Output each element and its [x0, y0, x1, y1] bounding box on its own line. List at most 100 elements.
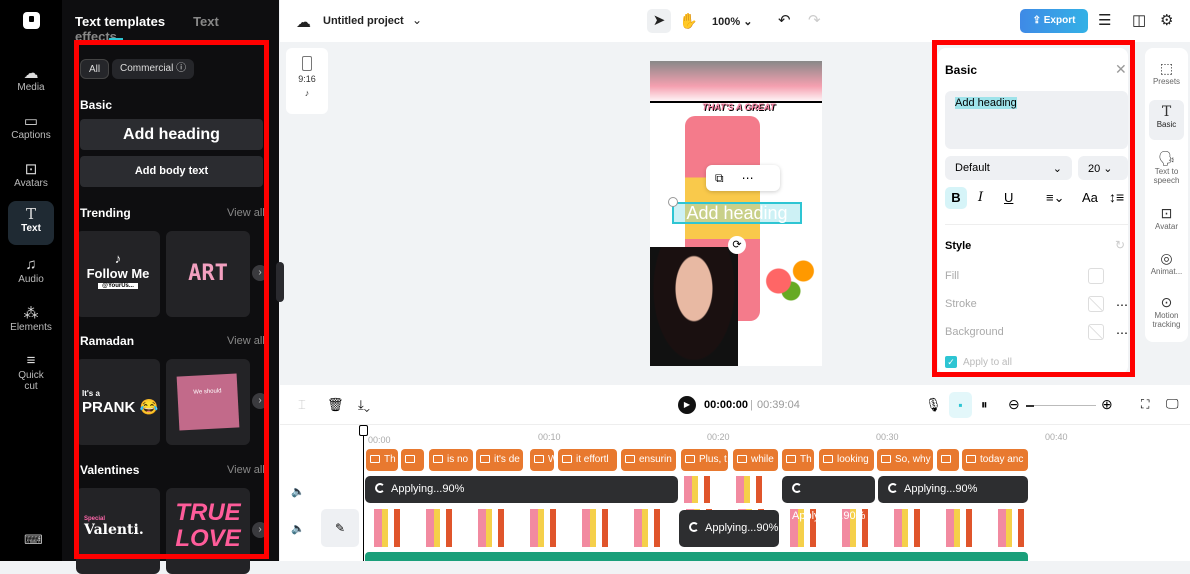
case-button[interactable]: Aa — [1082, 190, 1098, 205]
template-follow-me[interactable]: ♪ Follow Me @YourUs... — [76, 231, 160, 317]
line-spacing-icon[interactable]: ↕≡ — [1109, 189, 1124, 205]
fill-swatch[interactable] — [1088, 268, 1104, 284]
rail-presets[interactable]: ⬚ Presets — [1145, 60, 1188, 86]
zoom-in-icon[interactable]: ⊕ — [1101, 396, 1113, 413]
nav-text[interactable]: T Text — [8, 201, 54, 245]
rail-avatar[interactable]: ⊡ Avatar — [1145, 205, 1188, 231]
rail-motion-tracking[interactable]: ⊙ Motion tracking — [1145, 294, 1188, 329]
more-icon[interactable]: ⋯ — [742, 171, 754, 185]
add-heading-button[interactable]: Add heading — [80, 119, 263, 150]
stroke-more-icon[interactable]: ⋯ — [1116, 298, 1128, 312]
nav-audio[interactable]: ♫ Audio — [8, 252, 54, 296]
applying-clip[interactable]: Applying...90% — [782, 476, 875, 522]
zoom-slider[interactable] — [1026, 405, 1096, 407]
caption-clip[interactable]: Plus, t — [681, 449, 728, 471]
split-icon[interactable]: ⌶ — [298, 397, 306, 413]
font-size-dropdown[interactable]: 20 ⌄ — [1078, 156, 1128, 180]
template-prank[interactable]: It's a PRANK 😂 — [76, 359, 160, 445]
applying-clip[interactable]: Applying...90% — [679, 510, 779, 547]
caption-clip[interactable]: while — [733, 449, 778, 471]
caption-clip[interactable]: Th — [366, 449, 398, 471]
project-title[interactable]: Untitled project — [323, 15, 404, 27]
ramadan-view-all[interactable]: View all — [227, 335, 265, 347]
redo-icon[interactable]: ↷ — [808, 11, 821, 29]
rail-basic[interactable]: T Basic — [1149, 100, 1184, 140]
bold-button[interactable]: B — [945, 187, 967, 209]
caption-clip[interactable] — [937, 449, 959, 471]
resize-handle[interactable] — [668, 197, 678, 207]
caption-clip[interactable]: it's de — [476, 449, 523, 471]
template-quote[interactable]: We should — [166, 359, 250, 445]
reset-icon[interactable]: ↻ — [1115, 238, 1125, 252]
ramadan-next-arrow[interactable]: › — [252, 393, 268, 409]
playhead-handle[interactable] — [359, 425, 368, 436]
export-button[interactable]: ⇪ Export — [1020, 9, 1088, 33]
delete-icon[interactable]: 🗑 — [327, 397, 344, 413]
snap-icon[interactable]: ▪ — [949, 392, 972, 418]
template-valentine[interactable]: Special Valenti. — [76, 488, 160, 574]
audio-track[interactable] — [365, 552, 1028, 561]
background-swatch[interactable] — [1088, 324, 1104, 340]
zoom-dropdown[interactable]: 100% ⌄ — [712, 15, 752, 28]
trending-next-arrow[interactable]: › — [252, 265, 268, 281]
fullscreen-icon[interactable]: ⛶ — [1141, 397, 1149, 412]
hand-pan-icon[interactable]: ✋ — [679, 12, 698, 30]
caption-clip[interactable]: today anc — [962, 449, 1028, 471]
cloud-save-icon[interactable]: ☁ — [296, 13, 311, 31]
video-track-segment[interactable] — [678, 476, 778, 503]
nav-avatars[interactable]: ⊡ Avatars — [8, 156, 54, 200]
settings-icon[interactable]: ⚙ — [1160, 11, 1173, 29]
caption-clip[interactable] — [401, 449, 424, 471]
italic-button[interactable]: I — [978, 190, 983, 205]
video-preview[interactable]: THAT'S A GREAT ⧉ ⋯ Add heading ⟳ — [650, 61, 822, 366]
font-dropdown[interactable]: Default ⌄ — [945, 156, 1072, 180]
aspect-ratio-selector[interactable]: 9:16 ♪ — [286, 48, 328, 114]
caption-clip[interactable]: it effortl — [558, 449, 617, 471]
add-body-text-button[interactable]: Add body text — [80, 156, 263, 187]
caption-clip[interactable]: Th — [782, 449, 814, 471]
template-art[interactable]: ART — [166, 231, 250, 317]
filter-commercial[interactable]: Commercial ⓘ — [112, 59, 195, 79]
text-content-input[interactable]: Add heading — [945, 91, 1128, 149]
nav-elements[interactable]: ⁂ Elements — [8, 300, 54, 344]
play-button[interactable]: ▶ — [678, 396, 696, 414]
layout-panel-icon[interactable]: ◫ — [1132, 11, 1146, 29]
caption-clip[interactable]: looking — [819, 449, 874, 471]
template-true-love[interactable]: TRUE LOVE — [166, 488, 250, 574]
caption-clip[interactable]: ensurin — [621, 449, 676, 471]
align-dropdown[interactable]: ≡⌄ — [1046, 190, 1064, 206]
panel-collapse-handle[interactable] — [276, 262, 284, 302]
applying-clip[interactable]: Applying...90% — [365, 476, 678, 503]
applying-clip[interactable]: Applying...90% — [878, 476, 1028, 503]
caption-clip[interactable]: W — [530, 449, 554, 471]
preview-icon[interactable]: 🖵 — [1166, 396, 1179, 412]
edit-cover-icon[interactable]: ✎ — [321, 509, 359, 547]
close-icon[interactable]: ✕ — [1115, 61, 1127, 78]
microphone-icon[interactable]: 🎙 — [925, 397, 942, 413]
rail-text-to-speech[interactable]: 🗣 Text to speech — [1145, 150, 1188, 185]
playhead[interactable] — [363, 425, 364, 561]
mute-track-icon[interactable]: 🔈 — [291, 522, 305, 535]
mute-track-icon[interactable]: 🔈 — [291, 485, 305, 498]
rail-animation[interactable]: ◎ Animat... — [1145, 250, 1188, 276]
apply-all-checkbox[interactable]: ✓ — [945, 356, 957, 368]
undo-icon[interactable]: ↶ — [778, 11, 791, 29]
rotate-icon[interactable]: ⟳ — [728, 236, 746, 254]
valentines-view-all[interactable]: View all — [227, 464, 265, 476]
split-clip-icon[interactable]: ⏸ — [981, 397, 988, 413]
tab-text-templates[interactable]: Text templates — [75, 14, 165, 29]
background-more-icon[interactable]: ⋯ — [1116, 326, 1128, 340]
filter-all[interactable]: All — [80, 59, 110, 79]
trending-view-all[interactable]: View all — [227, 207, 265, 219]
nav-captions[interactable]: ▭ Captions — [8, 108, 54, 152]
zoom-out-icon[interactable]: ⊖ — [1008, 396, 1020, 413]
keyboard-icon[interactable]: ⌨ — [24, 532, 43, 548]
download-icon[interactable]: ⤓⌄ — [358, 397, 370, 413]
valentines-next-arrow[interactable]: › — [252, 522, 268, 538]
stroke-swatch[interactable] — [1088, 296, 1104, 312]
layers-icon[interactable]: ☰ — [1098, 11, 1111, 29]
chevron-down-icon[interactable]: ⌄ — [412, 13, 422, 27]
nav-quick-cut[interactable]: ≡ Quick cut — [8, 348, 54, 396]
caption-clip[interactable]: So, why — [877, 449, 933, 471]
selected-text-box[interactable]: Add heading — [672, 202, 802, 224]
